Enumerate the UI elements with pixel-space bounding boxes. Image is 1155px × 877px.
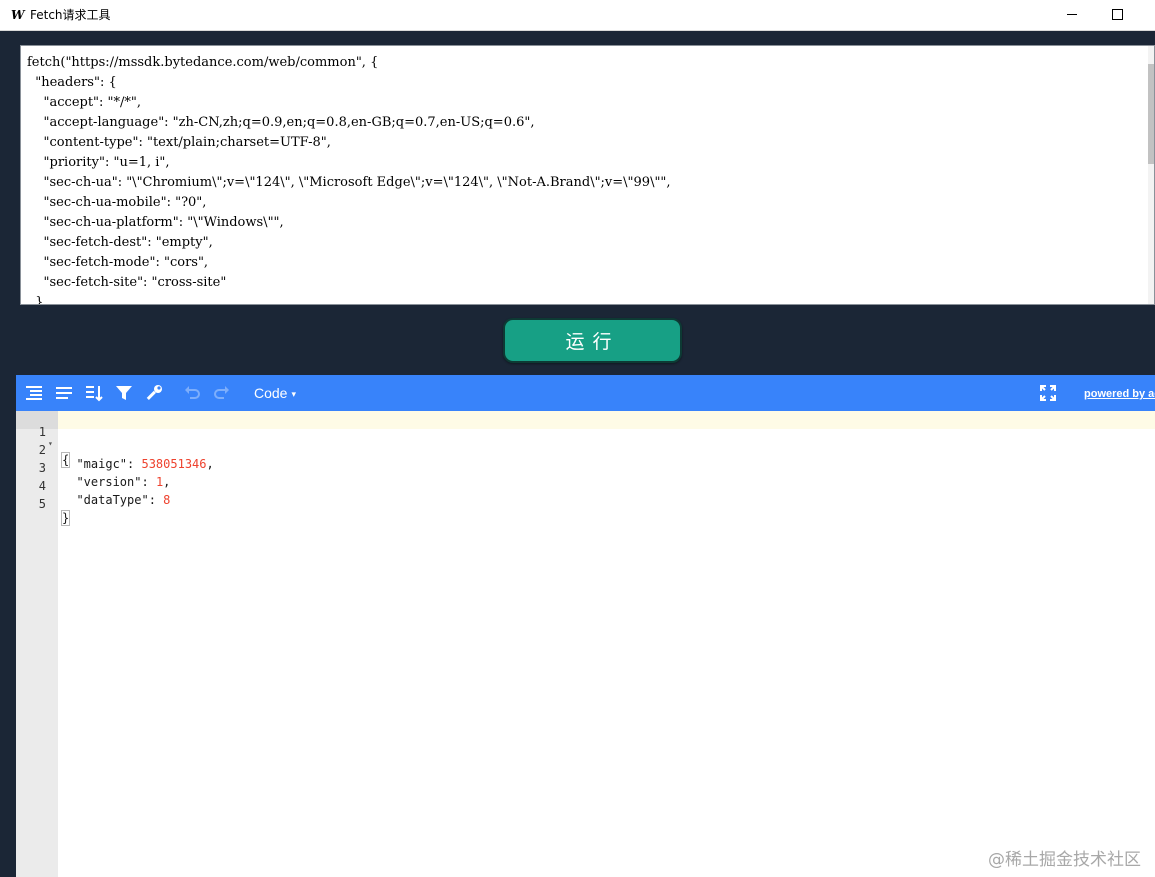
mode-label: Code xyxy=(254,385,288,401)
code-line: 5 } xyxy=(16,483,1155,526)
undo-icon[interactable] xyxy=(182,383,202,403)
code-line: 1 ▾ { xyxy=(16,411,1155,468)
request-textarea[interactable]: fetch("https://mssdk.bytedance.com/web/c… xyxy=(20,45,1155,305)
window-title: Fetch请求工具 xyxy=(30,8,111,22)
code-line: 2 "maigc": 538051346, xyxy=(16,429,1155,471)
sort-icon[interactable] xyxy=(84,383,104,403)
compact-icon[interactable] xyxy=(54,383,74,403)
title-bar: W Fetch请求工具 xyxy=(0,0,1155,31)
request-code[interactable]: fetch("https://mssdk.bytedance.com/web/c… xyxy=(21,46,1154,304)
code-line: 3 "version": 1, xyxy=(16,447,1155,489)
maximize-button[interactable] xyxy=(1094,0,1140,30)
redo-icon[interactable] xyxy=(212,383,232,403)
mode-selector[interactable]: Code ▾ xyxy=(254,385,296,403)
json-editor: Code▾ powered by ace 1 ▾ { 2 "maigc": 53… xyxy=(16,375,1155,877)
filter-icon[interactable] xyxy=(114,383,134,403)
repair-icon[interactable] xyxy=(144,383,164,403)
powered-by-link[interactable]: powered by ace xyxy=(1084,388,1155,400)
watermark: @稀土掘金技术社区 xyxy=(988,850,1141,870)
close-brace: } xyxy=(60,510,71,526)
run-button[interactable]: 运行 xyxy=(503,318,682,363)
request-scrollbar[interactable] xyxy=(1148,46,1154,304)
fullscreen-icon[interactable] xyxy=(1038,383,1058,403)
format-icon[interactable] xyxy=(24,383,44,403)
json-code-area[interactable]: 1 ▾ { 2 "maigc": 538051346, 3 "version":… xyxy=(16,411,1155,526)
chevron-down-icon: ▾ xyxy=(291,389,296,399)
code-text: } xyxy=(60,510,71,526)
app-icon: W xyxy=(11,8,25,22)
request-scrollbar-thumb[interactable] xyxy=(1148,64,1154,164)
line-number: 5 xyxy=(38,497,46,511)
json-toolbar: Code▾ powered by ace xyxy=(16,375,1155,411)
code-line: 4 "dataType": 8 xyxy=(16,465,1155,507)
minimize-button[interactable] xyxy=(1049,0,1095,30)
